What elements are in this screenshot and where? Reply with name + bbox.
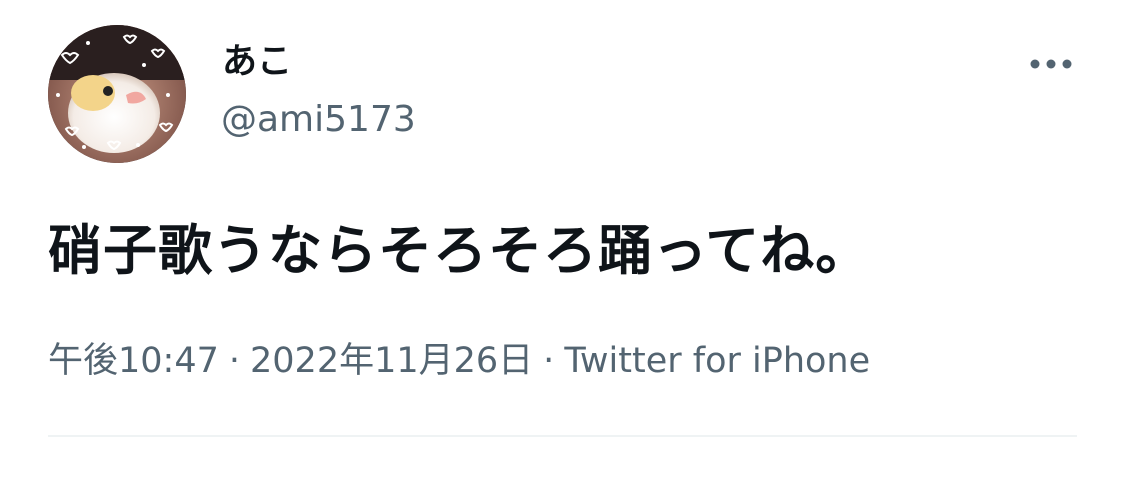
author-display-name[interactable]: あこ xyxy=(222,40,292,84)
more-button[interactable] xyxy=(1024,44,1078,84)
divider xyxy=(48,435,1077,437)
more-horizontal-icon xyxy=(1030,59,1072,69)
tweet-source[interactable]: Twitter for iPhone xyxy=(564,336,870,386)
meta-separator: · xyxy=(228,341,241,381)
avatar-bird-photo-icon xyxy=(48,25,186,163)
meta-separator: · xyxy=(543,341,555,381)
tweet-container: あこ @ami5173 硝子歌うならそろそろ踊ってね。 午後10:47 · 20… xyxy=(0,0,1125,489)
tweet-meta: 午後10:47 · 2022年11月26日 · Twitter for iPho… xyxy=(48,336,870,386)
author-handle[interactable]: @ami5173 xyxy=(221,98,416,142)
avatar[interactable] xyxy=(48,25,186,163)
tweet-date[interactable]: 2022年11月26日 xyxy=(250,336,533,386)
tweet-time[interactable]: 午後10:47 xyxy=(48,336,219,386)
tweet-text: 硝子歌うならそろそろ踊ってね。 xyxy=(48,219,871,282)
